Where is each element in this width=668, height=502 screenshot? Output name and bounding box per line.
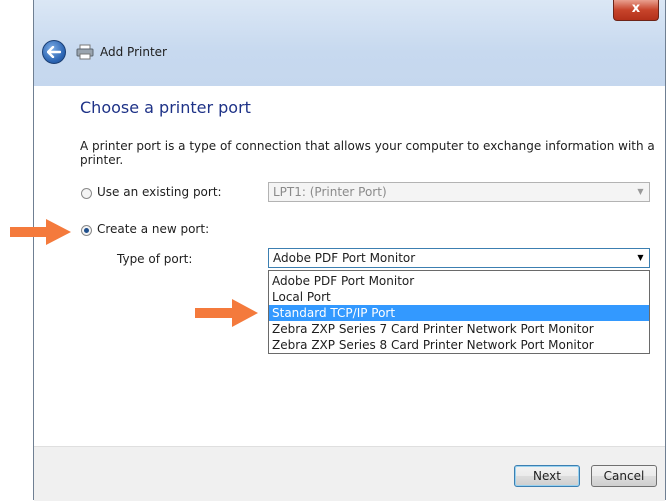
cancel-button[interactable]: Cancel	[591, 465, 657, 487]
window-title: Add Printer	[100, 45, 167, 59]
annotation-arrow-create-port	[10, 219, 71, 245]
page-description: A printer port is a type of connection t…	[80, 139, 655, 167]
port-type-dropdown-list: Adobe PDF Port Monitor Local Port Standa…	[268, 270, 650, 354]
add-printer-window: x Add Printer Choose a printer port A pr…	[33, 0, 666, 501]
use-existing-port-label[interactable]: Use an existing port:	[97, 185, 222, 199]
existing-port-select[interactable]: LPT1: (Printer Port) ▼	[268, 182, 650, 202]
title-bar: x Add Printer	[34, 0, 665, 86]
port-option-adobe-pdf[interactable]: Adobe PDF Port Monitor	[269, 273, 649, 289]
port-type-select[interactable]: Adobe PDF Port Monitor ▼	[268, 248, 650, 268]
port-option-local[interactable]: Local Port	[269, 289, 649, 305]
chevron-down-icon: ▼	[637, 253, 644, 262]
port-type-value: Adobe PDF Port Monitor	[273, 251, 416, 265]
port-option-standard-tcpip[interactable]: Standard TCP/IP Port	[269, 305, 649, 321]
wizard-footer: Next Cancel	[34, 446, 665, 501]
type-of-port-label: Type of port:	[117, 252, 193, 266]
printer-icon	[76, 44, 94, 60]
back-arrow-icon	[47, 46, 61, 58]
create-new-port-radio[interactable]	[81, 225, 92, 236]
wizard-content: Choose a printer port A printer port is …	[34, 86, 665, 446]
use-existing-port-radio[interactable]	[81, 188, 92, 199]
page-heading: Choose a printer port	[80, 98, 251, 117]
chevron-down-icon: ▼	[637, 187, 644, 196]
back-button[interactable]	[42, 40, 66, 64]
create-new-port-label[interactable]: Create a new port:	[97, 222, 209, 236]
header-row: Add Printer	[42, 38, 167, 66]
port-option-zebra-series7[interactable]: Zebra ZXP Series 7 Card Printer Network …	[269, 321, 649, 337]
next-button[interactable]: Next	[514, 465, 580, 487]
existing-port-value: LPT1: (Printer Port)	[273, 185, 387, 199]
annotation-arrow-tcpip	[195, 299, 258, 327]
port-option-zebra-series8[interactable]: Zebra ZXP Series 8 Card Printer Network …	[269, 337, 649, 353]
close-button[interactable]: x	[613, 0, 659, 21]
